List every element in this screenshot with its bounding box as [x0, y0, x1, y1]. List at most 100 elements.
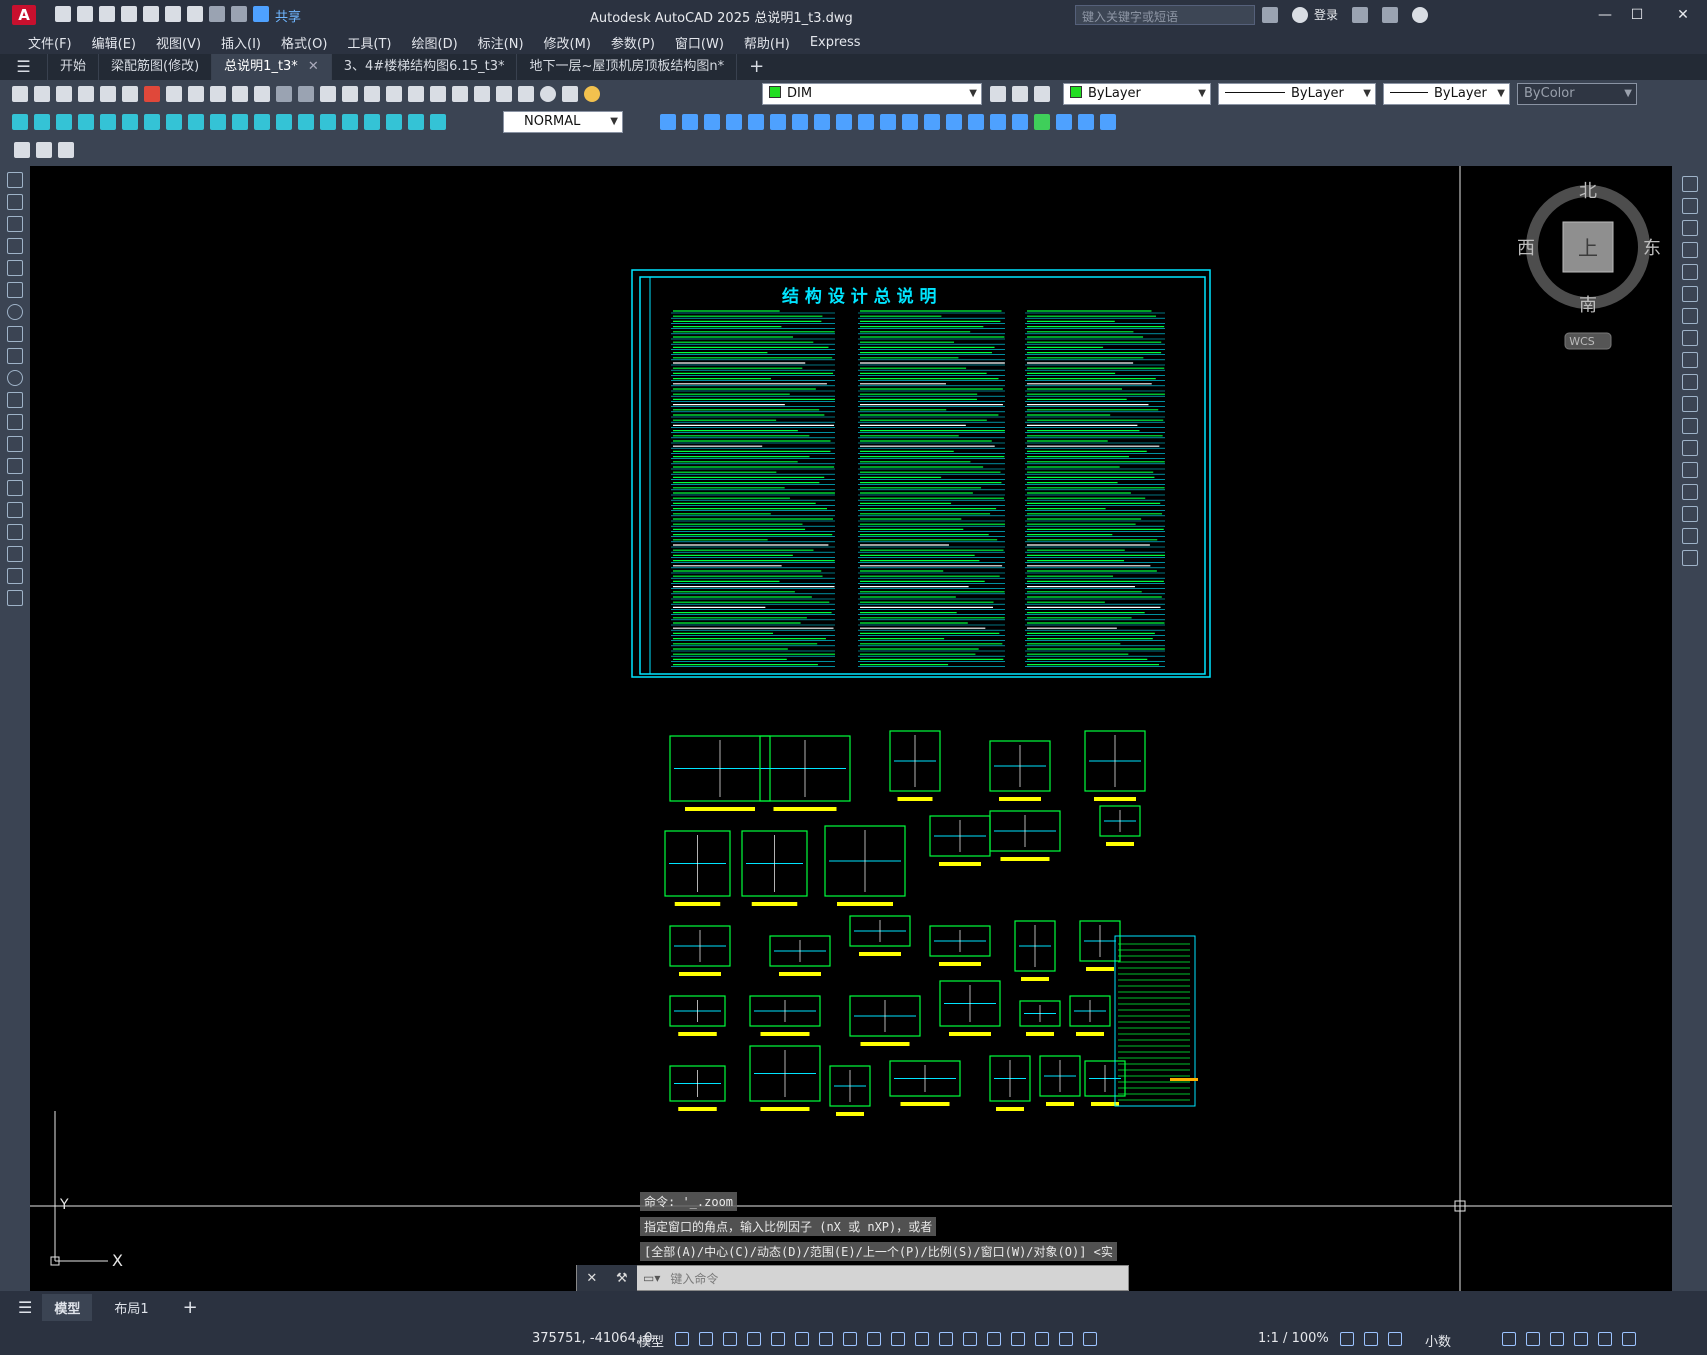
aligned-dimension-icon[interactable] [34, 114, 50, 130]
redo-icon[interactable] [298, 86, 314, 102]
workspace-switch-icon[interactable] [1340, 1332, 1354, 1346]
menu-item-0[interactable]: 文件(F) [18, 33, 82, 52]
trim-icon[interactable] [1681, 374, 1698, 390]
save-to-web-icon[interactable] [165, 6, 181, 22]
dimension-text-edit-icon[interactable] [408, 114, 424, 130]
continue-icon[interactable] [232, 114, 248, 130]
ellipse-icon[interactable] [7, 370, 23, 386]
layout-tab-1[interactable]: 布局1 [102, 1294, 160, 1321]
view-iso-se-icon[interactable] [814, 114, 830, 130]
ucs-previous-icon[interactable] [924, 114, 940, 130]
menu-item-7[interactable]: 标注(N) [468, 33, 534, 52]
quick-properties-icon[interactable] [1502, 1332, 1516, 1346]
isolate-objects-icon[interactable] [1550, 1332, 1564, 1346]
jogged-linear-icon[interactable] [364, 114, 380, 130]
zoom-previous-icon[interactable] [386, 86, 402, 102]
search-icon[interactable] [1262, 6, 1278, 23]
text-style-dropdown[interactable]: NORMAL ▼ [503, 111, 623, 133]
dimension-break-icon[interactable] [276, 114, 292, 130]
ucs-zaxis-icon[interactable] [1034, 114, 1050, 130]
open-icon[interactable] [34, 86, 50, 102]
plotstyle-dropdown[interactable]: ByColor ▼ [1517, 83, 1637, 105]
ortho-icon[interactable] [771, 1332, 785, 1346]
object-snap-icon[interactable] [867, 1332, 881, 1346]
workspace-icon[interactable] [14, 142, 30, 158]
customization-icon[interactable] [1622, 1332, 1636, 1346]
new-icon[interactable] [12, 86, 28, 102]
layer-dropdown[interactable]: DIM ▼ [762, 83, 982, 105]
stretch-icon[interactable] [1681, 352, 1698, 368]
share-label[interactable]: 共享 [275, 6, 301, 25]
move-icon[interactable] [1681, 286, 1698, 302]
save-icon[interactable] [99, 6, 115, 22]
dimension-update-icon[interactable] [430, 114, 446, 130]
add-layout-button[interactable]: + [171, 1293, 210, 1322]
revision-cloud-icon[interactable] [7, 326, 23, 342]
annotation-visibility-icon[interactable] [1059, 1332, 1073, 1346]
design-center-icon[interactable] [430, 86, 446, 102]
break-icon[interactable] [1681, 440, 1698, 456]
spline-icon[interactable] [7, 348, 23, 364]
view-left-icon[interactable] [726, 114, 742, 130]
table-icon[interactable] [7, 546, 23, 562]
menu-item-1[interactable]: 编辑(E) [82, 33, 146, 52]
view-right-icon[interactable] [748, 114, 764, 130]
drawing-canvas[interactable]: 结 构 设 计 总 说 明 Y X [30, 166, 1672, 1291]
open-file-icon[interactable] [77, 6, 93, 22]
properties-icon[interactable] [408, 86, 424, 102]
layer-state-icon[interactable] [1034, 86, 1050, 102]
units-icon[interactable] [1388, 1332, 1402, 1346]
model-space-toggle[interactable]: 模型 [638, 1331, 664, 1350]
publish-icon[interactable] [122, 86, 138, 102]
save-icon[interactable] [56, 86, 72, 102]
scale-icon[interactable] [1681, 330, 1698, 346]
view-back-icon[interactable] [770, 114, 786, 130]
ucs-world-icon[interactable] [902, 114, 918, 130]
menu-item-12[interactable]: Express [800, 35, 871, 50]
compass-south[interactable]: 南 [1579, 295, 1597, 316]
lock-ui-icon[interactable] [1526, 1332, 1540, 1346]
annotation-scale[interactable]: 1:1 / 100% [1258, 1331, 1329, 1346]
document-tab-4[interactable]: 地下一层~屋顶机房顶板结构图n* [517, 54, 738, 80]
jogged-icon[interactable] [122, 114, 138, 130]
document-tab-3[interactable]: 3、4#楼梯结构图6.15_t3* [332, 54, 518, 80]
paste-icon[interactable] [210, 86, 226, 102]
menu-item-11[interactable]: 帮助(H) [734, 33, 800, 52]
command-input[interactable]: 键入命令 [660, 1270, 1128, 1287]
close-command-line-icon[interactable]: ✕ [586, 1271, 597, 1286]
transparency-icon[interactable] [915, 1332, 929, 1346]
dynamic-input-icon[interactable] [747, 1332, 761, 1346]
command-line[interactable]: ✕ ⚒ ▭▾ 键入命令 [576, 1265, 1129, 1291]
document-tab-1[interactable]: 梁配筋图(修改) [99, 54, 213, 80]
offset-icon[interactable] [1681, 242, 1698, 258]
center-mark-icon[interactable] [320, 114, 336, 130]
view-3d-icon[interactable] [660, 114, 676, 130]
ucs-icon[interactable] [880, 114, 896, 130]
rectangle-icon[interactable] [7, 260, 23, 276]
grid-icon[interactable] [675, 1332, 689, 1346]
ucs-object-icon[interactable] [968, 114, 984, 130]
new-tab-button[interactable]: + [737, 54, 776, 80]
tool-palettes-icon[interactable] [452, 86, 468, 102]
polygon-icon[interactable] [7, 238, 23, 254]
autocad-logo-icon[interactable]: A [12, 5, 36, 25]
rotate-icon[interactable] [1681, 308, 1698, 324]
redo-icon[interactable] [231, 6, 247, 22]
plot-icon[interactable] [187, 6, 203, 22]
menu-item-8[interactable]: 修改(M) [534, 33, 601, 52]
gradient-icon[interactable] [7, 502, 23, 518]
help-icon[interactable] [1412, 6, 1429, 23]
diameter-icon[interactable] [144, 114, 160, 130]
gizmo-icon[interactable] [1035, 1332, 1049, 1346]
close-button[interactable]: ✕ [1668, 4, 1698, 26]
document-tab-2[interactable]: 总说明1_t3* ✕ [212, 54, 332, 80]
polar-tracking-icon[interactable] [795, 1332, 809, 1346]
blend-curves-icon[interactable] [1681, 528, 1698, 544]
dimension-edit-icon[interactable] [386, 114, 402, 130]
coordinates-readout[interactable]: 375751, -41064, 0 [532, 1331, 652, 1346]
array-icon[interactable] [1681, 264, 1698, 280]
help-icon[interactable] [540, 86, 556, 102]
erase-icon[interactable] [1681, 176, 1698, 192]
make-block-icon[interactable] [7, 436, 23, 452]
lineweight-dropdown[interactable]: ByLayer ▼ [1383, 83, 1510, 105]
